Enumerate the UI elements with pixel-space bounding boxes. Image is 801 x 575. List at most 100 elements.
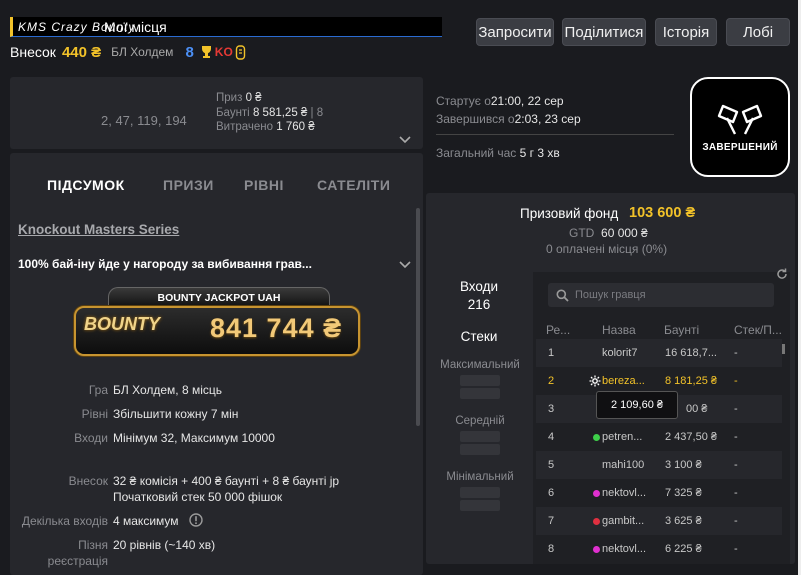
expand-chevron-icon[interactable] xyxy=(399,261,411,269)
hand-icon xyxy=(235,44,245,60)
info-late-value: 20 рівнів (~140 хв) xyxy=(113,538,216,552)
seats-count: 8 xyxy=(185,43,194,61)
row-stack: - xyxy=(734,487,738,499)
gtd-label: GTD xyxy=(569,226,595,240)
buyin-row: Внесок 440 ₴ БЛ Холдем 8 KO xyxy=(10,42,246,62)
row-name: bereza... xyxy=(602,375,645,387)
row-bounty: 3 625 ₴ xyxy=(665,515,702,527)
my-spent: Витрачено 1 760 ₴ xyxy=(216,121,315,133)
tournament-title-bar: KMS Crazy Bounty xyxy=(10,17,442,37)
info-levels-label: Рівні xyxy=(81,407,108,421)
info-game-label: Гра xyxy=(88,383,108,397)
row-stack: - xyxy=(734,347,738,359)
series-link[interactable]: Knockout Masters Series xyxy=(18,222,179,237)
row-bounty: 6 225 ₴ xyxy=(665,543,702,555)
paid-places: 0 оплачені місця (0%) xyxy=(546,242,668,256)
stack-avg-placeholder2 xyxy=(460,444,500,455)
gtd: GTD 60 000 ₴ xyxy=(569,226,648,240)
col-stack[interactable]: Стек/П... xyxy=(734,323,782,337)
table-row[interactable]: 1 kolorit7 16 618,7... - xyxy=(536,339,782,367)
table-row[interactable]: 7 gambit... 3 625 ₴ - xyxy=(536,507,782,535)
info-multi-value: 4 максимум xyxy=(113,514,179,528)
info-start-stack: Початковий стек 50 000 фішок xyxy=(113,490,283,504)
col-name[interactable]: Назва xyxy=(602,323,636,337)
bounty-logo: BOUNTY xyxy=(84,314,160,334)
row-rank: 1 xyxy=(548,347,555,359)
total-value: 5 г 3 хв xyxy=(519,146,560,160)
checkered-flags-icon xyxy=(717,104,763,135)
stack-max-placeholder2 xyxy=(460,388,500,399)
row-bounty: 2 437,50 ₴ xyxy=(665,431,717,443)
row-rank: 3 xyxy=(548,403,555,415)
table-row[interactable]: 4 petren... 2 437,50 ₴ - xyxy=(536,423,782,451)
buyin-value: 440 ₴ xyxy=(61,43,102,61)
info-late-label: Пізня xyxy=(78,538,108,552)
info-icon[interactable] xyxy=(189,513,203,527)
row-stack: - xyxy=(734,431,738,443)
share-button[interactable]: Поділитися xyxy=(562,18,646,46)
players-scrollbar[interactable] xyxy=(782,344,785,354)
row-stack: - xyxy=(734,375,738,387)
summary-scrollbar[interactable] xyxy=(416,208,420,426)
total-label: Загальний час xyxy=(436,146,517,160)
game-type: БЛ Холдем xyxy=(111,45,174,59)
stacks-label: Стеки xyxy=(460,329,498,344)
my-prize: Приз 0 ₴ xyxy=(216,92,262,104)
search-input[interactable]: Пошук гравця xyxy=(575,289,646,301)
row-bounty: 7 325 ₴ xyxy=(665,487,702,499)
row-bounty: 8 181,25 ₴ xyxy=(665,375,717,387)
row-bounty: 3 100 ₴ xyxy=(665,459,702,471)
search-icon xyxy=(556,289,569,302)
finished-label: ЗАВЕРШЕНИЙ xyxy=(702,141,778,153)
row-name: gambit... xyxy=(602,515,645,527)
stack-min-label: Мінімальний xyxy=(446,471,514,483)
lobby-button[interactable]: Лобі xyxy=(726,18,790,46)
history-button[interactable]: Історія xyxy=(655,18,717,46)
finished-status-badge: ЗАВЕРШЕНИЙ xyxy=(690,77,790,177)
entries-label: Входи xyxy=(459,279,499,294)
row-rank: 8 xyxy=(548,543,555,555)
info-entries-value: Мінімум 32, Максимум 10000 xyxy=(113,431,275,445)
tab-summary[interactable]: ПІДСУМОК xyxy=(47,177,125,193)
status-dot xyxy=(593,546,600,553)
stack-avg-label: Середній xyxy=(455,415,505,427)
table-row[interactable]: 8 nektovl... 6 225 ₴ - xyxy=(536,535,782,563)
trophy-icon xyxy=(201,46,211,58)
row-name: kolorit7 xyxy=(602,347,638,359)
stack-min-placeholder2 xyxy=(460,500,500,511)
chevron-down-icon[interactable] xyxy=(399,136,411,144)
row-name: petren... xyxy=(602,431,643,443)
info-multi-label: Декілька входів xyxy=(21,514,108,528)
tab-prizes[interactable]: ПРИЗИ xyxy=(163,177,214,193)
player-search[interactable]: Пошук гравця xyxy=(548,283,774,307)
invite-button[interactable]: Запросити xyxy=(476,18,554,46)
stack-min-placeholder xyxy=(460,487,500,498)
prize-pool-value: 103 600 ₴ xyxy=(629,205,696,221)
stack-avg-placeholder xyxy=(460,431,500,442)
table-row[interactable]: 5 mahi100 3 100 ₴ - xyxy=(536,451,782,479)
refresh-icon[interactable] xyxy=(776,268,788,280)
my-bounty: Баунті 8 581,25 ₴ | 8 xyxy=(216,107,324,119)
my-places-title: Мої місця xyxy=(104,19,167,35)
gtd-value: 60 000 ₴ xyxy=(601,226,648,240)
row-bounty: 16 618,7... xyxy=(665,347,717,359)
tab-levels[interactable]: РІВНІ xyxy=(244,177,284,193)
bounty-note: 100% бай-іну йде у нагороду за вибивання… xyxy=(18,257,312,271)
row-name: mahi100 xyxy=(602,459,645,471)
total-time: Загальний час 5 г 3 хв xyxy=(436,146,560,160)
col-bounty[interactable]: Баунті xyxy=(664,323,699,337)
tab-satellites[interactable]: САТЕЛІТИ xyxy=(317,177,390,193)
start-value: 21:00, 22 сер xyxy=(490,94,564,108)
prize-label: Приз xyxy=(216,92,243,104)
gear-icon xyxy=(589,375,601,387)
col-rank[interactable]: Ре... xyxy=(546,323,570,337)
online-status-dot xyxy=(593,434,600,441)
start-time: Стартує о21:00, 22 сер xyxy=(436,94,564,108)
info-late-label2: реєстрація xyxy=(47,554,108,568)
my-places-list: 2, 47, 119, 194 xyxy=(101,113,187,128)
table-row[interactable]: 6 nektovl... 7 325 ₴ - xyxy=(536,479,782,507)
prize-value: 0 ₴ xyxy=(245,92,262,104)
info-buyin-value: 32 ₴ комісія + 400 ₴ баунті + 8 ₴ баунті… xyxy=(113,474,340,488)
finish-value: 2:03, 23 сер xyxy=(514,112,581,126)
start-label: Стартує о xyxy=(436,94,491,108)
